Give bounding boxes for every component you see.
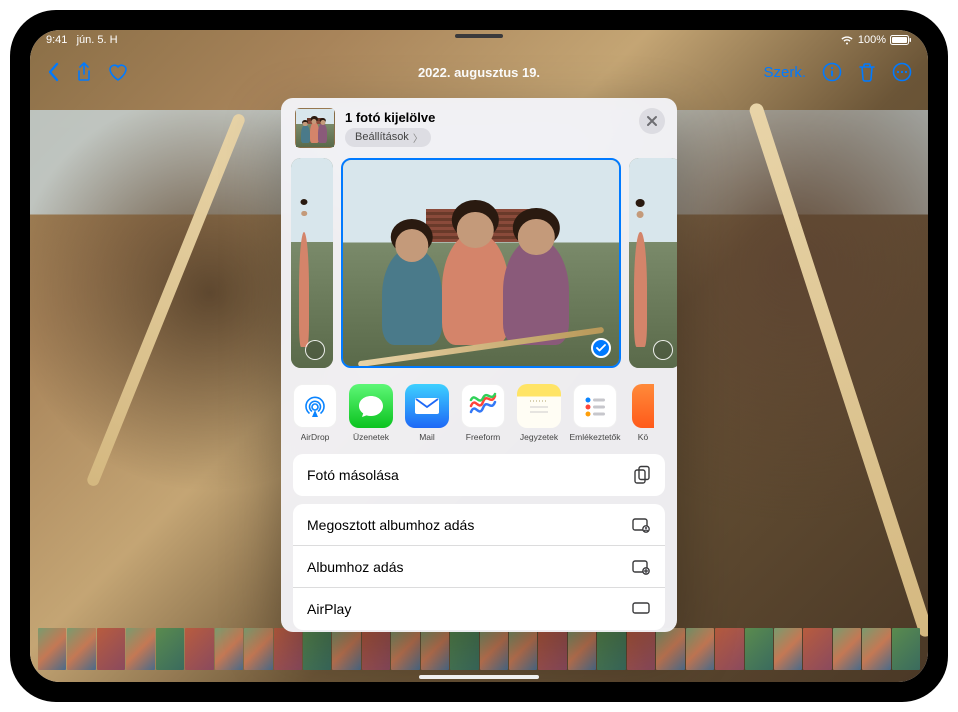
action-label: Fotó másolása (307, 467, 399, 483)
share-settings-button[interactable]: Beállítások 〉 (345, 128, 431, 147)
share-app-mail[interactable]: Mail (399, 384, 455, 442)
back-button[interactable] (46, 62, 60, 82)
selected-photo-thumbnail[interactable] (295, 108, 335, 148)
nav-bar: 2022. augusztus 19. Szerk. (30, 54, 928, 90)
screen: 9:41 jún. 5. H 100% 2022. augusz (30, 30, 928, 682)
status-left: 9:41 jún. 5. H (46, 34, 118, 46)
action-label: Albumhoz adás (307, 559, 404, 575)
nav-title: 2022. augusztus 19. (418, 65, 540, 80)
action-airplay[interactable]: AirPlay (293, 588, 665, 630)
shared-album-icon (631, 516, 651, 534)
action-copy-photo[interactable]: Fotó másolása (293, 454, 665, 496)
battery-percent: 100% (858, 34, 886, 46)
share-app-row[interactable]: AirDrop Üzenetek Mail Freeform (281, 378, 677, 454)
status-right: 100% (840, 34, 912, 46)
info-button[interactable] (822, 62, 842, 82)
preview-photo-next[interactable] (629, 158, 677, 368)
trash-button[interactable] (858, 62, 876, 82)
wifi-icon (840, 35, 854, 45)
favorite-button[interactable] (108, 63, 128, 81)
selected-count-label: 1 fotó kijelölve (345, 110, 435, 125)
album-add-icon (631, 558, 651, 576)
settings-label: Beállítások (355, 131, 409, 143)
action-add-shared-album[interactable]: Megosztott albumhoz adás (293, 504, 665, 546)
share-app-more[interactable]: Kö (623, 384, 663, 442)
preview-photo-selected[interactable] (341, 158, 621, 368)
close-button[interactable] (639, 108, 665, 134)
app-label: Jegyzetek (520, 432, 558, 442)
photo-preview-row[interactable] (281, 158, 677, 378)
status-time: 9:41 (46, 34, 67, 46)
messages-icon (349, 384, 393, 428)
preview-photo-prev[interactable] (291, 158, 333, 368)
share-app-freeform[interactable]: Freeform (455, 384, 511, 442)
ipad-frame: 9:41 jún. 5. H 100% 2022. augusz (10, 10, 948, 702)
share-app-messages[interactable]: Üzenetek (343, 384, 399, 442)
home-indicator[interactable] (419, 675, 539, 679)
share-action-group-2: Megosztott albumhoz adás Albumhoz adás A… (293, 504, 665, 630)
airplay-icon (631, 601, 651, 617)
mail-icon (405, 384, 449, 428)
app-label: Emlékeztetők (569, 432, 620, 442)
pool-cue-decor (86, 112, 247, 487)
pool-cue-decor (748, 102, 928, 639)
freeform-icon (461, 384, 505, 428)
selected-check-icon (591, 338, 611, 358)
copy-icon (633, 465, 651, 485)
action-label: AirPlay (307, 601, 351, 617)
app-label: Üzenetek (353, 432, 389, 442)
app-label: Mail (419, 432, 435, 442)
share-app-notes[interactable]: Jegyzetek (511, 384, 567, 442)
reminders-icon (573, 384, 617, 428)
books-icon (632, 384, 654, 428)
share-sheet-header: 1 fotó kijelölve Beállítások 〉 (281, 98, 677, 158)
battery-icon (890, 35, 912, 45)
chevron-right-icon: 〉 (413, 130, 423, 145)
share-app-airdrop[interactable]: AirDrop (287, 384, 343, 442)
edit-button[interactable]: Szerk. (763, 64, 806, 81)
selection-ring-icon[interactable] (305, 340, 325, 360)
app-label: Freeform (466, 432, 500, 442)
multitask-pill[interactable] (455, 34, 503, 38)
notes-icon (517, 384, 561, 428)
status-bar: 9:41 jún. 5. H 100% (30, 30, 928, 50)
share-button[interactable] (76, 62, 92, 82)
app-label: Kö (638, 432, 648, 442)
action-label: Megosztott albumhoz adás (307, 517, 474, 533)
airdrop-icon (293, 384, 337, 428)
action-add-album[interactable]: Albumhoz adás (293, 546, 665, 588)
more-button[interactable] (892, 62, 912, 82)
share-app-reminders[interactable]: Emlékeztetők (567, 384, 623, 442)
photo-thumbnail-strip[interactable] (30, 628, 928, 670)
status-date: jún. 5. H (77, 34, 118, 46)
share-sheet: 1 fotó kijelölve Beállítások 〉 (281, 98, 677, 632)
share-action-group-1: Fotó másolása (293, 454, 665, 496)
selection-ring-icon[interactable] (653, 340, 673, 360)
app-label: AirDrop (301, 432, 330, 442)
